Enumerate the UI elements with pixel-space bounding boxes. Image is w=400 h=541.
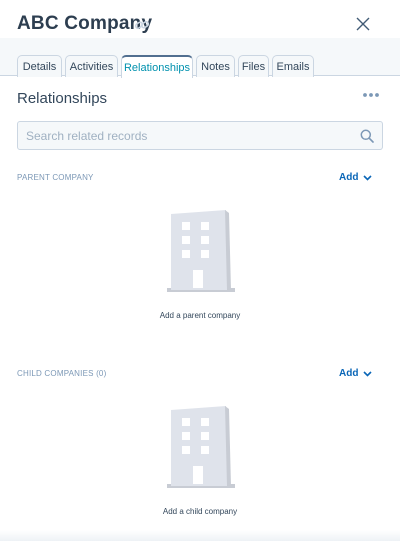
bottom-divider xyxy=(0,530,400,541)
add-child-button[interactable]: Add xyxy=(339,368,373,379)
child-companies-label: CHILD COMPANIES (0) xyxy=(17,369,107,378)
tab-details[interactable]: Details xyxy=(17,55,62,77)
search-input[interactable] xyxy=(18,122,348,149)
parent-empty-text: Add a parent company xyxy=(159,311,241,320)
tab-notes[interactable]: Notes xyxy=(196,55,235,77)
more-icon[interactable] xyxy=(361,89,381,101)
chevron-down-icon xyxy=(363,370,373,377)
search-icon[interactable] xyxy=(360,129,374,143)
page-title: ABC Company xyxy=(17,13,153,34)
parent-company-label: PARENT COMPANY xyxy=(17,173,94,182)
child-empty-text: Add a child company xyxy=(162,507,238,516)
link-icon[interactable] xyxy=(134,18,150,32)
search-box xyxy=(17,121,383,150)
tab-activities[interactable]: Activities xyxy=(65,55,118,77)
building-icon xyxy=(167,406,235,488)
add-parent-button[interactable]: Add xyxy=(339,172,373,183)
building-icon xyxy=(167,210,235,292)
section-title: Relationships xyxy=(17,90,108,107)
tab-bar: Details Activities Relationships Notes F… xyxy=(0,38,400,78)
tab-relationships[interactable]: Relationships xyxy=(121,55,193,78)
add-child-label: Add xyxy=(339,368,359,379)
close-icon[interactable] xyxy=(354,15,372,33)
add-parent-label: Add xyxy=(339,172,359,183)
tab-emails[interactable]: Emails xyxy=(272,55,314,77)
tab-files[interactable]: Files xyxy=(238,55,269,77)
chevron-down-icon xyxy=(363,174,373,181)
